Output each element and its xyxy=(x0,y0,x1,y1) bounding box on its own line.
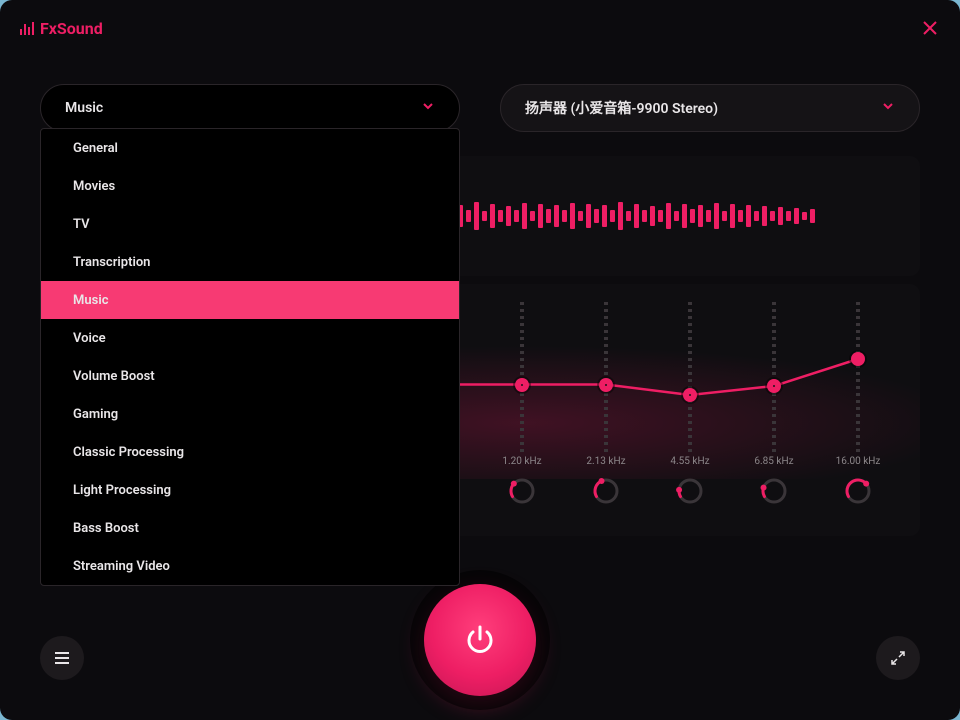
power-icon xyxy=(461,621,499,659)
eq-knob[interactable] xyxy=(576,476,636,506)
preset-option[interactable]: Movies xyxy=(41,167,459,205)
spectrum-bar xyxy=(714,203,719,229)
spectrum-bar xyxy=(554,205,559,227)
spectrum-bar xyxy=(802,212,807,220)
spectrum-bar xyxy=(618,202,623,230)
eq-freq-label: 4.55 kHz xyxy=(660,456,720,467)
spectrum-bar xyxy=(650,206,655,226)
eq-knob[interactable] xyxy=(744,476,804,506)
spectrum-bar xyxy=(658,210,663,222)
preset-option[interactable]: General xyxy=(41,129,459,167)
spectrum-bar xyxy=(730,204,735,228)
spectrum-bar xyxy=(538,204,543,228)
spectrum-bar xyxy=(674,211,679,221)
spectrum-bar xyxy=(794,208,799,224)
spectrum-bar xyxy=(586,204,591,228)
spectrum-bar xyxy=(746,205,751,227)
menu-button[interactable] xyxy=(40,636,84,680)
app-logo: FxSound xyxy=(20,19,103,38)
spectrum-bar xyxy=(594,209,599,223)
preset-option[interactable]: Volume Boost xyxy=(41,357,459,395)
eq-slider-thumb[interactable] xyxy=(851,352,865,366)
eq-slider[interactable] xyxy=(687,302,693,452)
device-select[interactable]: 扬声器 (小爱音箱-9900 Stereo) xyxy=(500,84,920,132)
spectrum-bar xyxy=(522,203,527,229)
spectrum-bar xyxy=(482,211,487,221)
collapse-button[interactable] xyxy=(876,636,920,680)
footer xyxy=(0,580,960,720)
preset-option[interactable]: TV xyxy=(41,205,459,243)
spectrum-bar xyxy=(546,209,551,223)
spectrum-bar xyxy=(810,209,815,223)
spectrum-bar xyxy=(514,210,519,222)
spectrum-bar xyxy=(682,204,687,228)
spectrum-bar xyxy=(706,210,711,222)
eq-slider[interactable] xyxy=(603,302,609,452)
spectrum-bar xyxy=(570,203,575,229)
eq-slider-thumb[interactable] xyxy=(767,379,781,393)
preset-select-value: Music xyxy=(65,100,103,116)
logo-bars-icon xyxy=(20,22,34,35)
spectrum-bar xyxy=(690,209,695,223)
spectrum-bar xyxy=(490,204,495,228)
eq-slider[interactable] xyxy=(771,302,777,452)
spectrum-bar xyxy=(602,205,607,227)
spectrum-bar xyxy=(562,210,567,222)
eq-knob[interactable] xyxy=(828,476,888,506)
spectrum-bar xyxy=(506,206,511,226)
chevron-down-icon xyxy=(421,99,435,117)
eq-slider-thumb[interactable] xyxy=(515,378,529,392)
selector-row: Music 扬声器 (小爱音箱-9900 Stereo) xyxy=(0,56,960,132)
spectrum-bar xyxy=(578,211,583,221)
title-bar: FxSound xyxy=(0,0,960,56)
preset-option[interactable]: Transcription xyxy=(41,243,459,281)
power-button[interactable] xyxy=(424,584,536,696)
spectrum-bar xyxy=(698,205,703,227)
preset-option[interactable]: Bass Boost xyxy=(41,509,459,547)
preset-option[interactable]: Gaming xyxy=(41,395,459,433)
preset-option[interactable]: Classic Processing xyxy=(41,433,459,471)
eq-knob[interactable] xyxy=(492,476,552,506)
spectrum-bar xyxy=(610,210,615,222)
eq-freq-label: 6.85 kHz xyxy=(744,456,804,467)
spectrum-bar xyxy=(634,204,639,228)
app-name: FxSound xyxy=(40,19,103,38)
eq-freq-label: 2.13 kHz xyxy=(576,456,636,467)
spectrum-bar xyxy=(770,211,775,221)
eq-knob[interactable] xyxy=(660,476,720,506)
spectrum-bar xyxy=(530,211,535,221)
preset-option[interactable]: Streaming Video xyxy=(41,547,459,585)
eq-freq-label: 1.20 kHz xyxy=(492,456,552,467)
app-window: FxSound Music 扬声器 (小爱音箱-9900 Stereo) 110… xyxy=(0,0,960,720)
spectrum-bar xyxy=(762,206,767,226)
eq-slider[interactable] xyxy=(519,302,525,452)
spectrum-bar xyxy=(498,210,503,222)
preset-dropdown: GeneralMoviesTVTranscriptionMusicVoiceVo… xyxy=(40,128,460,586)
spectrum-bar xyxy=(738,210,743,222)
close-button[interactable] xyxy=(920,18,940,38)
chevron-down-icon xyxy=(881,99,895,117)
close-icon xyxy=(920,18,940,38)
spectrum-bar xyxy=(722,211,727,221)
spectrum-bar xyxy=(642,210,647,222)
hamburger-icon xyxy=(53,649,71,667)
eq-freq-label: 16.00 kHz xyxy=(828,456,888,467)
device-select-value: 扬声器 (小爱音箱-9900 Stereo) xyxy=(525,98,718,118)
eq-slider[interactable] xyxy=(855,302,861,452)
preset-option[interactable]: Voice xyxy=(41,319,459,357)
spectrum-bar xyxy=(754,211,759,221)
spectrum-bar xyxy=(666,203,671,229)
spectrum-bar xyxy=(778,207,783,225)
preset-option[interactable]: Music xyxy=(41,281,459,319)
eq-slider-thumb[interactable] xyxy=(599,378,613,392)
collapse-icon xyxy=(890,650,906,666)
spectrum-bar xyxy=(466,210,471,222)
spectrum-bar xyxy=(786,211,791,221)
spectrum-bar xyxy=(474,202,479,230)
eq-slider-thumb[interactable] xyxy=(683,388,697,402)
preset-option[interactable]: Light Processing xyxy=(41,471,459,509)
spectrum-bar xyxy=(626,211,631,221)
preset-select[interactable]: Music xyxy=(40,84,460,132)
